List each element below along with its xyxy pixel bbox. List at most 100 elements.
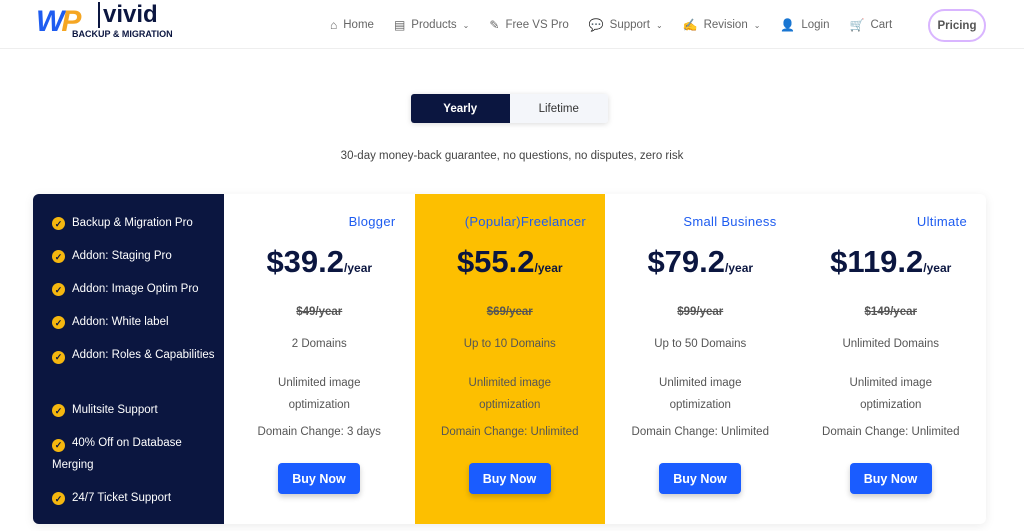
- feature-label: 40% Off on Database Merging: [52, 437, 182, 471]
- feature-label: Mulitsite Support: [72, 404, 158, 416]
- list-icon: ▤: [393, 18, 406, 32]
- nav-item-free-vs-pro[interactable]: ✎ Free VS Pro: [489, 18, 568, 32]
- check-icon: ✓: [52, 250, 65, 263]
- image-optimization: Unlimited image optimization: [468, 377, 551, 411]
- logo[interactable]: WP vivid BACKUP & MIGRATION: [36, 2, 181, 41]
- image-optimization: Unlimited image optimization: [278, 377, 361, 411]
- buy-now-button[interactable]: Buy Now: [278, 463, 360, 494]
- price-amount: $39.2: [266, 244, 345, 279]
- plan-price: $119.2/year: [796, 244, 987, 280]
- plan-card: Small Business $79.2/year $99/year Up to…: [605, 194, 796, 524]
- image-optimization: Unlimited image optimization: [849, 377, 932, 411]
- cart-icon: 🛒: [849, 18, 865, 32]
- nav-item-cart[interactable]: 🛒 Cart: [850, 18, 893, 32]
- plan-name: Blogger: [348, 214, 396, 229]
- chat-icon: 💬: [588, 18, 604, 32]
- original-price: $69/year: [486, 306, 533, 318]
- nav-label: Products: [411, 19, 457, 31]
- nav-label: Free VS Pro: [505, 19, 569, 31]
- home-icon: ⌂: [330, 18, 338, 32]
- feature-label: Addon: Roles & Capabilities: [72, 349, 215, 361]
- check-icon: ✓: [52, 404, 65, 417]
- check-icon: ✓: [52, 438, 65, 452]
- site-header: WP vivid BACKUP & MIGRATION ⌂ Home ▤ Produc…: [0, 0, 1024, 49]
- feature-item: ✓ Addon: Staging Pro: [52, 245, 224, 278]
- domains: Unlimited Domains: [842, 338, 939, 350]
- check-icon: ✓: [52, 283, 65, 296]
- nav-item-revision[interactable]: ✍ Revision ⌄: [683, 18, 761, 32]
- domains: 2 Domains: [291, 338, 347, 350]
- nav-item-login[interactable]: 👤 Login: [780, 18, 829, 32]
- toggle-lifetime[interactable]: Lifetime: [509, 94, 608, 123]
- nav-label: Support: [609, 19, 650, 31]
- price-period: /year: [923, 261, 952, 275]
- image-optimization: Unlimited image optimization: [659, 377, 742, 411]
- feature-label: Addon: White label: [72, 316, 169, 328]
- price-period: /year: [725, 261, 754, 275]
- main-nav: ⌂ Home ▤ Products ⌄ ✎ Free VS Pro 💬 Support ⌄ ✍ Rev…: [330, 10, 912, 40]
- nav-label: Login: [801, 19, 830, 31]
- feature-item: ✓ Addon: White label: [52, 311, 224, 344]
- check-icon: ✓: [52, 350, 65, 364]
- domain-change: Domain Change: Unlimited: [822, 426, 960, 438]
- plan-price: $55.2/year: [415, 244, 606, 280]
- nav-label: Revision: [703, 19, 748, 31]
- buy-now-button[interactable]: Buy Now: [849, 463, 932, 494]
- domain-change: Domain Change: Unlimited: [631, 426, 769, 438]
- plan-price: $79.2/year: [605, 244, 796, 280]
- plan-name: Small Business: [683, 214, 777, 229]
- price-amount: $119.2: [830, 244, 924, 279]
- logo-tagline: BACKUP & MIGRATION: [72, 29, 173, 39]
- price-amount: $79.2: [647, 244, 726, 279]
- price-period: /year: [344, 261, 373, 275]
- plan-card: Blogger $39.2/year $49/year 2 Domains Un…: [224, 194, 415, 524]
- edit-icon: ✍: [682, 18, 698, 32]
- plan-card: (Popular)Freelancer $55.2/year $69/year …: [414, 194, 606, 524]
- billing-toggle: Yearly Lifetime: [411, 94, 608, 123]
- buy-now-button[interactable]: Buy Now: [659, 463, 741, 494]
- nav-label: Cart: [870, 19, 893, 31]
- check-icon: ✓: [52, 217, 65, 230]
- original-price: $149/year: [864, 306, 917, 318]
- feature-item: ✓ Addon: Image Optim Pro: [52, 278, 224, 311]
- guarantee-text: 30-day money-back guarantee, no question…: [340, 150, 684, 162]
- user-icon: 👤: [780, 18, 796, 32]
- logo-name: vivid: [98, 2, 158, 28]
- original-price: $99/year: [677, 306, 724, 318]
- feature-list: ✓ Backup & Migration Pro ✓ Addon: Staging P…: [33, 194, 224, 524]
- domain-change: Domain Change: Unlimited: [441, 426, 579, 438]
- chevron-down-icon: ⌄: [462, 20, 470, 30]
- domain-change: Domain Change: 3 days: [257, 426, 381, 438]
- chevron-down-icon: ⌄: [753, 20, 761, 30]
- pricing-table: ✓ Backup & Migration Pro ✓ Addon: Staging P…: [33, 194, 986, 524]
- feature-item: ✓ Backup & Migration Pro: [52, 212, 224, 245]
- buy-now-button[interactable]: Buy Now: [468, 463, 551, 494]
- plan-card: Ultimate $119.2/year $149/year Unlimited…: [796, 194, 987, 524]
- check-icon: ✓: [52, 492, 65, 505]
- plan-name: Ultimate: [916, 214, 967, 229]
- toggle-yearly[interactable]: Yearly: [411, 94, 510, 123]
- check-icon: ✓: [52, 316, 65, 329]
- pricing-button[interactable]: Pricing: [928, 9, 986, 42]
- feature-label: Backup & Migration Pro: [72, 217, 193, 229]
- nav-item-support[interactable]: 💬 Support ⌄: [589, 18, 663, 32]
- plan-name: (Popular)Freelancer: [464, 214, 586, 229]
- pin-icon: ✎: [489, 18, 500, 32]
- feature-label: 24/7 Ticket Support: [72, 492, 172, 504]
- feature-label: Addon: Image Optim Pro: [72, 283, 199, 295]
- nav-item-home[interactable]: ⌂ Home: [330, 18, 374, 32]
- domains: Up to 50 Domains: [654, 338, 747, 350]
- plan-price: $39.2/year: [224, 244, 415, 280]
- original-price: $49/year: [296, 306, 343, 318]
- feature-item: ✓ Mulitsite Support: [52, 399, 224, 432]
- price-period: /year: [534, 261, 563, 275]
- chevron-down-icon: ⌄: [655, 20, 663, 30]
- feature-label: Addon: Staging Pro: [72, 250, 172, 262]
- price-amount: $55.2: [456, 244, 535, 279]
- feature-item: ✓ 24/7 Ticket Support: [52, 487, 224, 520]
- nav-label: Home: [343, 19, 374, 31]
- feature-item: ✓ Addon: Roles & Capabilities: [52, 344, 224, 399]
- nav-item-products[interactable]: ▤ Products ⌄: [394, 18, 469, 32]
- domains: Up to 10 Domains: [463, 338, 556, 350]
- feature-item: ✓ 40% Off on Database Merging: [52, 432, 224, 487]
